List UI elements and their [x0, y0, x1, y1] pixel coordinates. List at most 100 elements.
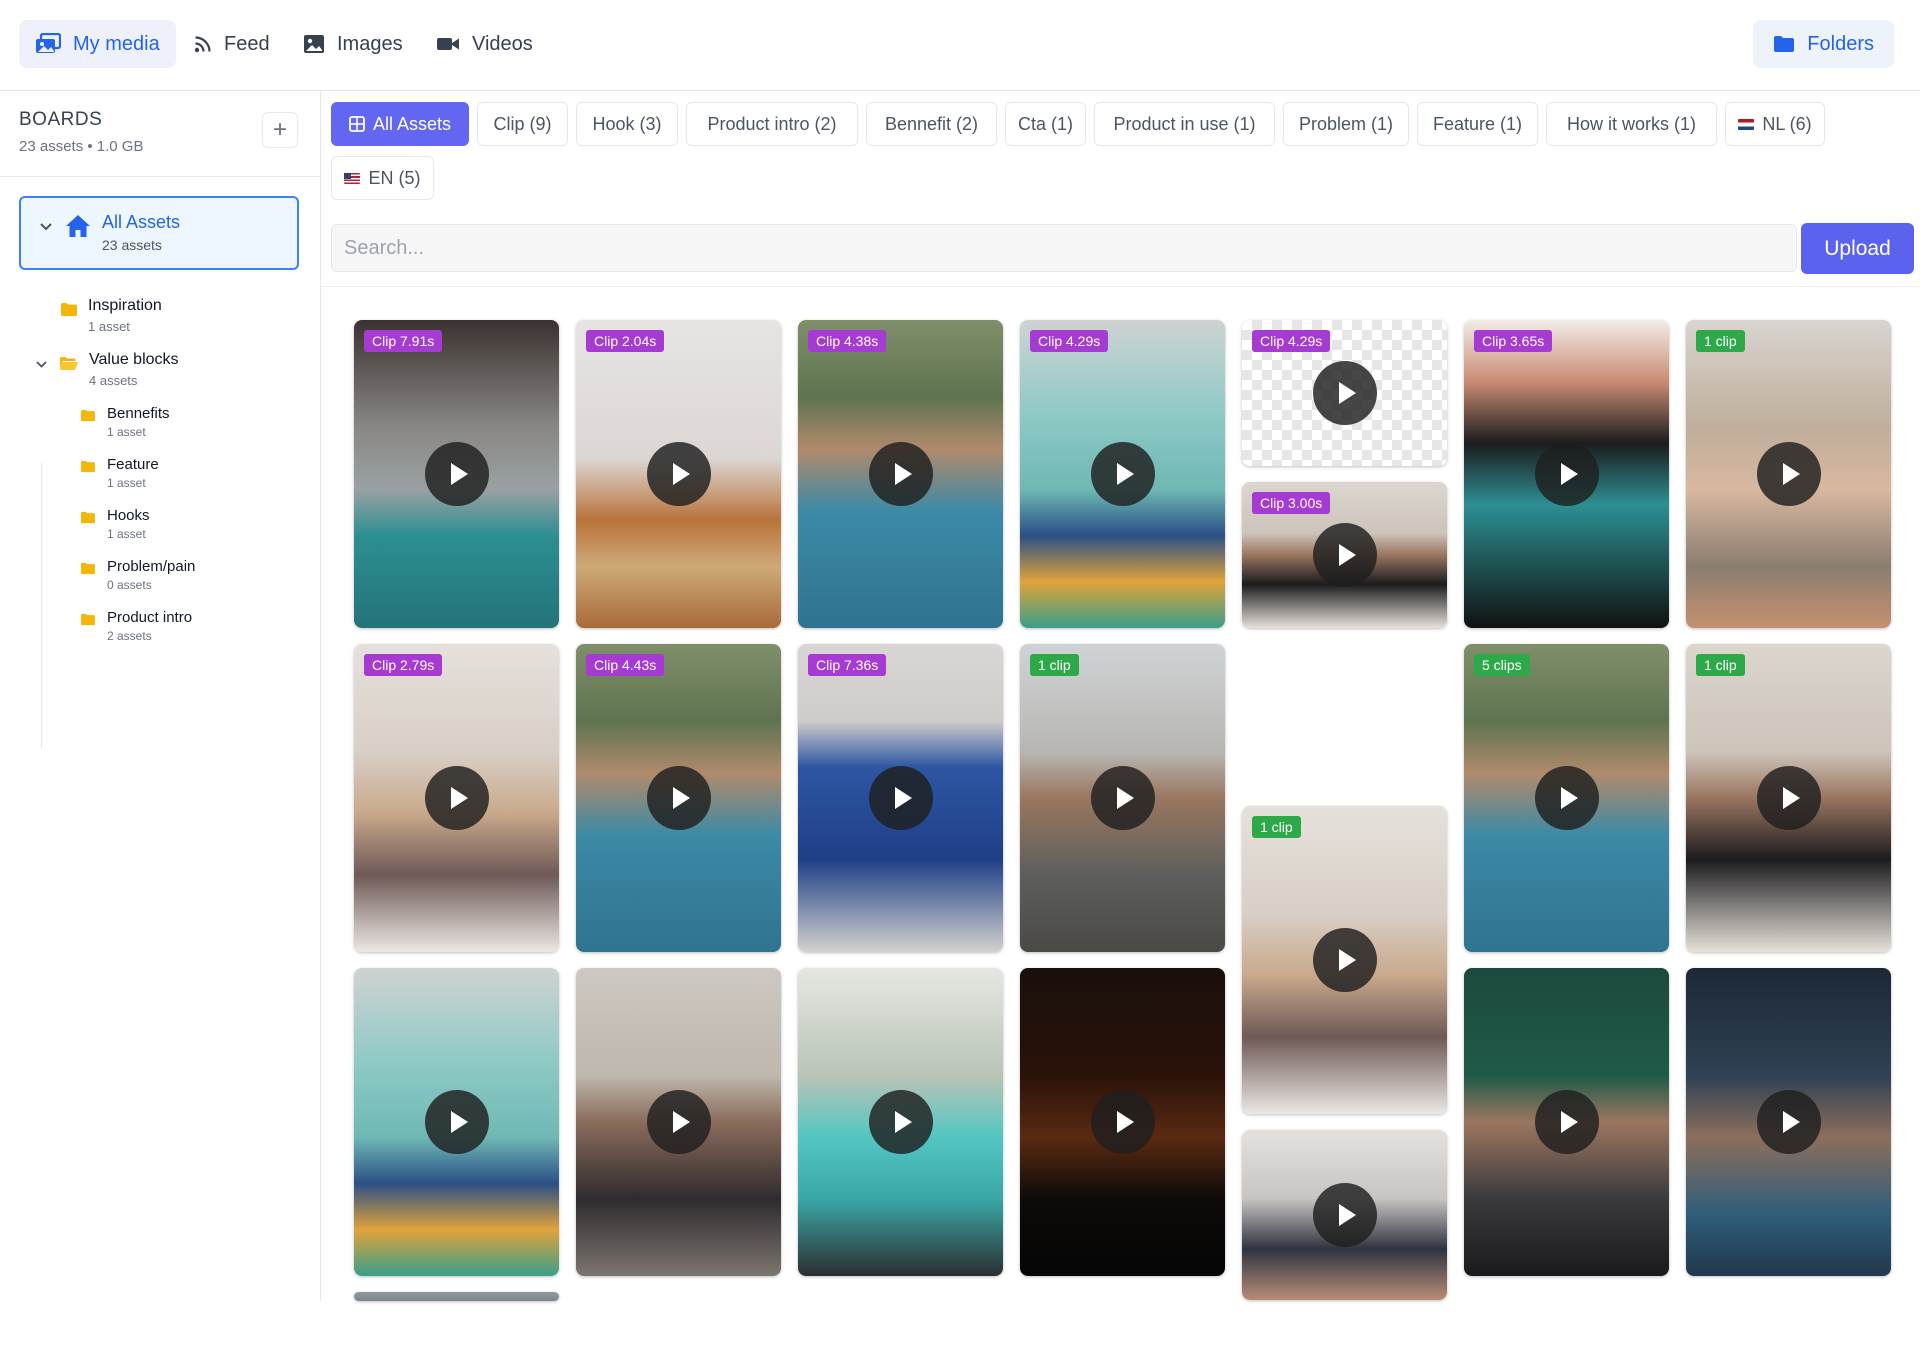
- folders-button-label: Folders: [1807, 32, 1874, 55]
- media-tile[interactable]: 1 clip: [1686, 644, 1891, 952]
- play-icon[interactable]: [646, 766, 711, 830]
- clip-count-badge: 1 clip: [1030, 654, 1079, 676]
- sidebar-divider: [0, 176, 320, 177]
- home-icon: [66, 215, 90, 237]
- media-tile[interactable]: 5 clips: [1464, 644, 1669, 952]
- play-icon[interactable]: [424, 442, 489, 506]
- chevron-down-icon[interactable]: [35, 360, 48, 369]
- filter-chip-feature[interactable]: Feature (1): [1417, 102, 1538, 146]
- folder-inspiration[interactable]: Inspiration 1 asset: [40, 294, 300, 334]
- play-icon[interactable]: [1312, 361, 1377, 425]
- filter-chip-label: Clip (9): [493, 113, 552, 134]
- tab-feed-label: Feed: [224, 32, 270, 55]
- boards-summary: 23 assets • 1.0 GB: [19, 138, 144, 155]
- play-icon[interactable]: [868, 766, 933, 830]
- folder-count: 1 asset: [107, 527, 146, 541]
- clip-count-badge: 5 clips: [1474, 654, 1530, 676]
- tab-my-media[interactable]: My media: [19, 20, 176, 68]
- play-icon[interactable]: [1090, 442, 1155, 506]
- media-tile[interactable]: [1464, 968, 1669, 1276]
- filter-chip-product-in-use[interactable]: Product in use (1): [1094, 102, 1275, 146]
- folder-count: 1 asset: [107, 425, 146, 439]
- filter-chip-label: Product intro (2): [707, 113, 837, 134]
- clip-duration-badge: Clip 7.36s: [808, 654, 887, 676]
- media-tile[interactable]: Clip 3.65s: [1464, 320, 1669, 628]
- play-icon[interactable]: [1312, 1183, 1377, 1247]
- folder-hooks[interactable]: Hooks 1 asset: [60, 505, 300, 541]
- media-tile[interactable]: [354, 968, 559, 1276]
- folder-name: Product intro: [107, 609, 193, 626]
- folder-product-intro[interactable]: Product intro 2 assets: [60, 607, 300, 643]
- filter-chip-how-it-works[interactable]: How it works (1): [1546, 102, 1717, 146]
- search-input[interactable]: [331, 224, 1797, 272]
- folder-feature[interactable]: Feature 1 asset: [60, 454, 300, 490]
- filter-chip-label: Feature (1): [1432, 113, 1523, 134]
- add-board-button[interactable]: +: [262, 112, 298, 148]
- folder-name: Inspiration: [88, 297, 162, 314]
- boards-sidebar: BOARDS 23 assets • 1.0 GB + All Assets 2…: [0, 91, 321, 1301]
- play-icon[interactable]: [1090, 1090, 1155, 1154]
- filter-chip-nl[interactable]: NL (6): [1725, 102, 1825, 146]
- play-icon[interactable]: [1534, 766, 1599, 830]
- media-tile[interactable]: [1242, 1130, 1447, 1300]
- folder-value-blocks[interactable]: Value blocks 4 assets: [28, 348, 300, 388]
- media-tile[interactable]: [576, 968, 781, 1276]
- filter-chip-all-assets[interactable]: All Assets: [331, 102, 469, 146]
- play-icon[interactable]: [424, 1090, 489, 1154]
- filter-chip-en[interactable]: EN (5): [331, 156, 434, 200]
- media-tile[interactable]: 1 clip: [1020, 644, 1225, 952]
- play-icon[interactable]: [1756, 442, 1821, 506]
- media-tile[interactable]: [798, 968, 1003, 1276]
- media-tile[interactable]: Clip 2.04s: [576, 320, 781, 628]
- media-tile[interactable]: [354, 1292, 559, 1301]
- filter-chip-clip[interactable]: Clip (9): [477, 102, 568, 146]
- folders-button[interactable]: Folders: [1753, 20, 1894, 68]
- play-icon[interactable]: [424, 766, 489, 830]
- board-all-assets[interactable]: All Assets 23 assets: [19, 196, 299, 270]
- play-icon[interactable]: [1312, 523, 1377, 587]
- media-tile[interactable]: Clip 4.29s: [1242, 320, 1447, 466]
- folder-bennefits[interactable]: Bennefits 1 asset: [60, 403, 300, 439]
- media-tile[interactable]: [1020, 968, 1225, 1276]
- play-icon[interactable]: [868, 1090, 933, 1154]
- media-tile[interactable]: Clip 7.36s: [798, 644, 1003, 952]
- media-tile[interactable]: 1 clip: [1242, 806, 1447, 1114]
- filter-chip-cta[interactable]: Cta (1): [1005, 102, 1086, 146]
- play-icon[interactable]: [646, 442, 711, 506]
- filter-chip-label: Product in use (1): [1113, 113, 1256, 134]
- play-icon[interactable]: [1756, 766, 1821, 830]
- folder-count: 1 asset: [88, 319, 130, 334]
- folder-problem-pain[interactable]: Problem/pain 0 assets: [60, 556, 300, 592]
- filter-chip-bennefit[interactable]: Bennefit (2): [866, 102, 997, 146]
- netherlands-flag-icon: [1738, 118, 1755, 130]
- media-tile[interactable]: Clip 4.29s: [1020, 320, 1225, 628]
- play-icon[interactable]: [646, 1090, 711, 1154]
- play-icon[interactable]: [1534, 442, 1599, 506]
- chevron-down-icon[interactable]: [39, 222, 53, 232]
- play-icon[interactable]: [1756, 1090, 1821, 1154]
- tab-feed[interactable]: Feed: [178, 20, 286, 68]
- filter-chip-hook[interactable]: Hook (3): [576, 102, 678, 146]
- media-tile[interactable]: 1 clip: [1686, 320, 1891, 628]
- media-tile[interactable]: Clip 2.79s: [354, 644, 559, 952]
- play-icon[interactable]: [868, 442, 933, 506]
- play-icon[interactable]: [1090, 766, 1155, 830]
- upload-button[interactable]: Upload: [1801, 223, 1914, 274]
- media-tile[interactable]: [1686, 968, 1891, 1276]
- folder-icon: [81, 460, 95, 473]
- tab-videos[interactable]: Videos: [420, 20, 549, 68]
- media-tile[interactable]: Clip 4.38s: [798, 320, 1003, 628]
- filter-chip-problem[interactable]: Problem (1): [1283, 102, 1409, 146]
- tree-guide-line: [41, 463, 42, 748]
- media-tile[interactable]: Clip 4.43s: [576, 644, 781, 952]
- clip-duration-badge: Clip 2.79s: [364, 654, 443, 676]
- tab-images[interactable]: Images: [287, 20, 419, 68]
- media-tile[interactable]: Clip 3.00s: [1242, 482, 1447, 628]
- all-assets-label: All Assets: [102, 212, 181, 232]
- media-tile[interactable]: Clip 7.91s: [354, 320, 559, 628]
- play-icon[interactable]: [1312, 928, 1377, 992]
- rss-feed-icon: [194, 36, 211, 53]
- play-icon[interactable]: [1534, 1090, 1599, 1154]
- filter-chip-product-intro[interactable]: Product intro (2): [686, 102, 858, 146]
- tab-my-media-label: My media: [73, 32, 160, 55]
